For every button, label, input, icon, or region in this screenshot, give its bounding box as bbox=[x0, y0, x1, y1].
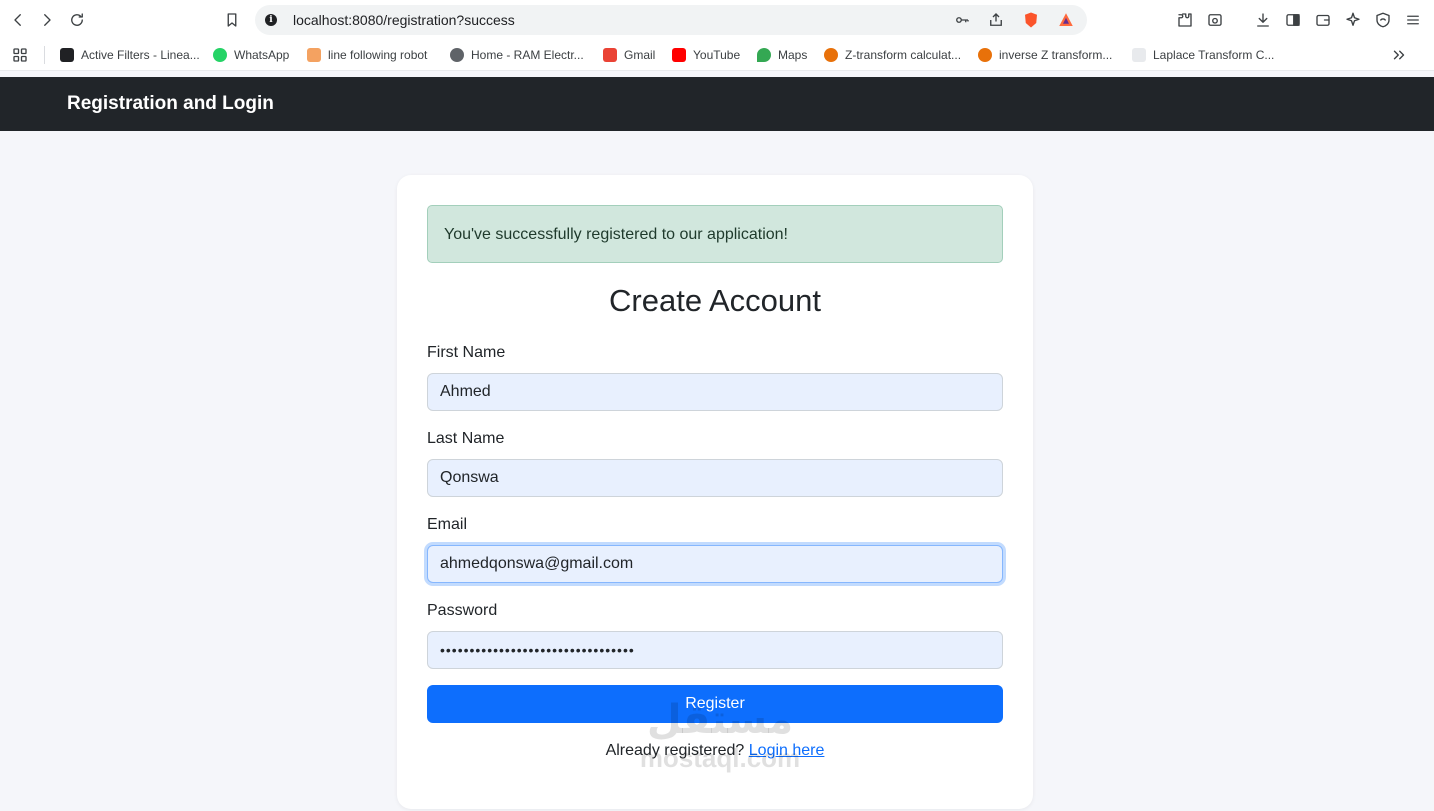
doc-icon bbox=[60, 47, 74, 62]
bookmark-label: Gmail bbox=[624, 47, 656, 62]
bookmark-label: Z-transform calculat... bbox=[845, 47, 962, 62]
site-info-icon[interactable]: i bbox=[265, 14, 277, 26]
bookmark-whatsapp[interactable]: WhatsApp bbox=[213, 46, 289, 63]
login-prompt: Already registered? Login here bbox=[397, 742, 1033, 760]
register-button[interactable]: Register bbox=[427, 685, 1003, 723]
first-name-label: First Name bbox=[427, 344, 506, 361]
whatsapp-icon bbox=[213, 47, 227, 62]
app-navbar: Registration and Login bbox=[0, 77, 1434, 131]
last-name-input[interactable]: Qonswa bbox=[427, 459, 1003, 497]
page-title: Create Account bbox=[609, 283, 821, 318]
address-url[interactable]: localhost:8080/registration?success bbox=[293, 12, 515, 28]
gmail-icon bbox=[603, 47, 617, 62]
vpn-icon[interactable] bbox=[1371, 8, 1395, 32]
bookmark-youtube[interactable]: YouTube bbox=[672, 46, 740, 63]
bookmark-z-transform[interactable]: Z-transform calculat... bbox=[824, 46, 961, 63]
gear-icon bbox=[978, 47, 992, 62]
address-bar[interactable]: i localhost:8080/registration?success bbox=[255, 5, 1087, 35]
bookmark-inverse-z-transform[interactable]: inverse Z transform... bbox=[978, 46, 1112, 63]
bookmark-line-following-robot[interactable]: line following robot bbox=[307, 46, 427, 63]
tab-search-icon[interactable] bbox=[1203, 8, 1227, 32]
extensions-icon[interactable] bbox=[1173, 8, 1197, 32]
leo-ai-icon[interactable] bbox=[1341, 8, 1365, 32]
wallet-icon[interactable] bbox=[1311, 8, 1335, 32]
bookmark-laplace-transform[interactable]: Laplace Transform C... bbox=[1132, 46, 1274, 63]
success-alert-text: You've successfully registered to our ap… bbox=[444, 226, 788, 243]
robot-icon bbox=[307, 47, 321, 62]
bookmarks-divider bbox=[44, 46, 45, 64]
youtube-icon bbox=[672, 47, 686, 62]
bookmark-label: Home - RAM Electr... bbox=[471, 47, 584, 62]
menu-icon[interactable] bbox=[1401, 8, 1425, 32]
key-icon[interactable] bbox=[953, 11, 971, 29]
bookmark-label: YouTube bbox=[693, 47, 741, 62]
bookmark-ram-electronics[interactable]: Home - RAM Electr... bbox=[450, 46, 584, 63]
bookmark-label: Maps bbox=[778, 47, 808, 62]
login-prompt-text: Already registered? bbox=[605, 742, 745, 759]
password-label: Password bbox=[427, 602, 498, 619]
bookmark-icon[interactable] bbox=[220, 8, 244, 32]
bookmark-gmail[interactable]: Gmail bbox=[603, 46, 655, 63]
download-icon[interactable] bbox=[1251, 8, 1275, 32]
reload-icon[interactable] bbox=[65, 8, 89, 32]
bookmark-label: inverse Z transform... bbox=[999, 47, 1113, 62]
gear-icon bbox=[824, 47, 838, 62]
bookmark-label: Active Filters - Linea... bbox=[81, 47, 200, 62]
login-link[interactable]: Login here bbox=[749, 742, 825, 759]
zm-icon bbox=[1132, 47, 1146, 62]
apps-grid-icon[interactable] bbox=[8, 43, 32, 67]
email-label: Email bbox=[427, 516, 468, 533]
back-icon[interactable] bbox=[6, 8, 30, 32]
more-bookmarks-icon[interactable] bbox=[1387, 43, 1411, 67]
bookmark-label: WhatsApp bbox=[234, 47, 290, 62]
bookmark-label: line following robot bbox=[328, 47, 428, 62]
globe-icon bbox=[450, 47, 464, 62]
bookmark-active-filters[interactable]: Active Filters - Linea... bbox=[60, 46, 200, 63]
forward-icon[interactable] bbox=[35, 8, 59, 32]
last-name-label: Last Name bbox=[427, 430, 505, 447]
maps-icon bbox=[757, 47, 771, 62]
sidebar-icon[interactable] bbox=[1281, 8, 1305, 32]
browser-toolbar: i localhost:8080/registration?success bbox=[0, 0, 1434, 40]
registration-card: You've successfully registered to our ap… bbox=[397, 175, 1033, 809]
navbar-brand[interactable]: Registration and Login bbox=[67, 93, 274, 115]
success-alert: You've successfully registered to our ap… bbox=[427, 205, 1003, 263]
first-name-input[interactable]: Ahmed bbox=[427, 373, 1003, 411]
brave-shield-icon[interactable] bbox=[1022, 11, 1040, 29]
brave-rewards-icon[interactable] bbox=[1057, 11, 1075, 29]
password-input[interactable]: ••••••••••••••••••••••••••••••••• bbox=[427, 631, 1003, 669]
bookmark-label: Laplace Transform C... bbox=[1153, 47, 1275, 62]
bookmark-maps[interactable]: Maps bbox=[757, 46, 807, 63]
share-icon[interactable] bbox=[987, 11, 1005, 29]
email-input[interactable]: ahmedqonswa@gmail.com bbox=[427, 545, 1003, 583]
